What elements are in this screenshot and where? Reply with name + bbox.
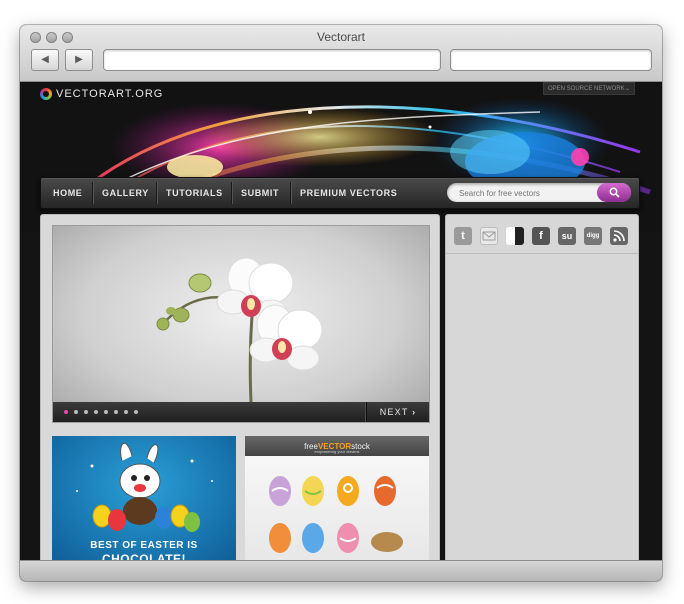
- slider-dot[interactable]: [74, 410, 78, 414]
- nav-divider: [290, 182, 291, 204]
- stumbleupon-glyph: su: [561, 231, 573, 241]
- main-navigation: HOME GALLERY TUTORIALS SUBMIT PREMIUM VE…: [40, 177, 640, 209]
- main-content-panel: NEXT › BEST OF EASTER IS CHOCOLATE! free…: [40, 214, 440, 560]
- stumbleupon-icon[interactable]: su: [558, 227, 576, 245]
- slider-dot[interactable]: [134, 410, 138, 414]
- window-title: Vectorart: [316, 30, 366, 44]
- twitter-glyph: t: [461, 230, 465, 242]
- delicious-icon[interactable]: [506, 227, 524, 245]
- browser-window: Vectorart ◀ ▶ VECTORART.ORG OPEN SOURCE …: [20, 25, 662, 581]
- envelope-shape: [482, 231, 496, 241]
- free-vector-stock-banner: freeVECTORstock empowering your dreams: [245, 436, 429, 456]
- sidebar-panel: t f su digg: [445, 214, 639, 560]
- nav-gallery[interactable]: GALLERY: [102, 178, 149, 208]
- easter-line-2: CHOCOLATE!: [101, 552, 187, 560]
- featured-slider[interactable]: [52, 225, 430, 423]
- title-bar: Vectorart ◀ ▶: [20, 25, 662, 82]
- nav-home[interactable]: HOME: [53, 178, 82, 208]
- digg-glyph: digg: [586, 233, 600, 239]
- orchid-illustration: [156, 257, 323, 402]
- network-dropdown-label: OPEN SOURCE NETWORK: [548, 86, 625, 92]
- search-icon: [609, 187, 620, 198]
- nav-divider: [92, 182, 93, 204]
- slider-dot[interactable]: [94, 410, 98, 414]
- email-icon[interactable]: [480, 227, 498, 245]
- abstract-light-banner: [79, 97, 651, 210]
- nav-tutorials[interactable]: TUTORIALS: [166, 178, 223, 208]
- easter-eggs-illustration: [269, 476, 403, 553]
- facebook-glyph: f: [539, 230, 543, 242]
- header-banner: VECTORART.ORG OPEN SOURCE NETWORK ⌄: [20, 82, 662, 232]
- site-search: [447, 183, 631, 202]
- slider-dot[interactable]: [104, 410, 108, 414]
- nav-submit[interactable]: SUBMIT: [241, 178, 279, 208]
- slider-controls: NEXT ›: [52, 402, 430, 423]
- browser-search-field[interactable]: [450, 49, 652, 71]
- chevron-down-icon: ⌄: [624, 86, 630, 92]
- rss-waves: [613, 230, 625, 242]
- nav-divider: [156, 182, 157, 204]
- facebook-icon[interactable]: f: [532, 227, 550, 245]
- back-button[interactable]: ◀: [31, 49, 59, 71]
- slider-dot[interactable]: [84, 410, 88, 414]
- twitter-icon[interactable]: t: [454, 227, 472, 245]
- search-button[interactable]: [597, 183, 631, 202]
- logo-ring-icon: [40, 88, 52, 100]
- easter-bunny-thumbnail[interactable]: BEST OF EASTER IS CHOCOLATE!: [52, 436, 236, 560]
- nav-premium-vectors[interactable]: PREMIUM VECTORS: [300, 178, 397, 208]
- address-bar[interactable]: [103, 49, 441, 71]
- social-icons-row: t f su digg: [446, 215, 638, 254]
- site-logo[interactable]: VECTORART.ORG: [40, 88, 163, 100]
- status-bar: [20, 560, 662, 581]
- slider-dot[interactable]: [114, 410, 118, 414]
- search-input[interactable]: [457, 185, 591, 202]
- free-vector-stock-thumbnail[interactable]: freeVECTORstock empowering your dreams: [245, 436, 429, 560]
- rss-icon[interactable]: [610, 227, 628, 245]
- forward-button[interactable]: ▶: [65, 49, 93, 71]
- logo-text: VECTORART.ORG: [56, 88, 164, 100]
- digg-icon[interactable]: digg: [584, 227, 602, 245]
- web-viewport: VECTORART.ORG OPEN SOURCE NETWORK ⌄ HOME…: [20, 82, 662, 560]
- nav-divider: [231, 182, 232, 204]
- next-label: NEXT: [379, 407, 409, 417]
- slider-next-button[interactable]: NEXT ›: [366, 402, 429, 422]
- slider-dot[interactable]: [124, 410, 128, 414]
- chevron-right-icon: ›: [412, 407, 417, 417]
- slider-dot[interactable]: [64, 410, 68, 414]
- easter-line-1: BEST OF EASTER IS: [90, 540, 198, 551]
- fvs-tagline: empowering your dreams: [314, 449, 360, 454]
- network-dropdown[interactable]: OPEN SOURCE NETWORK ⌄: [543, 82, 635, 95]
